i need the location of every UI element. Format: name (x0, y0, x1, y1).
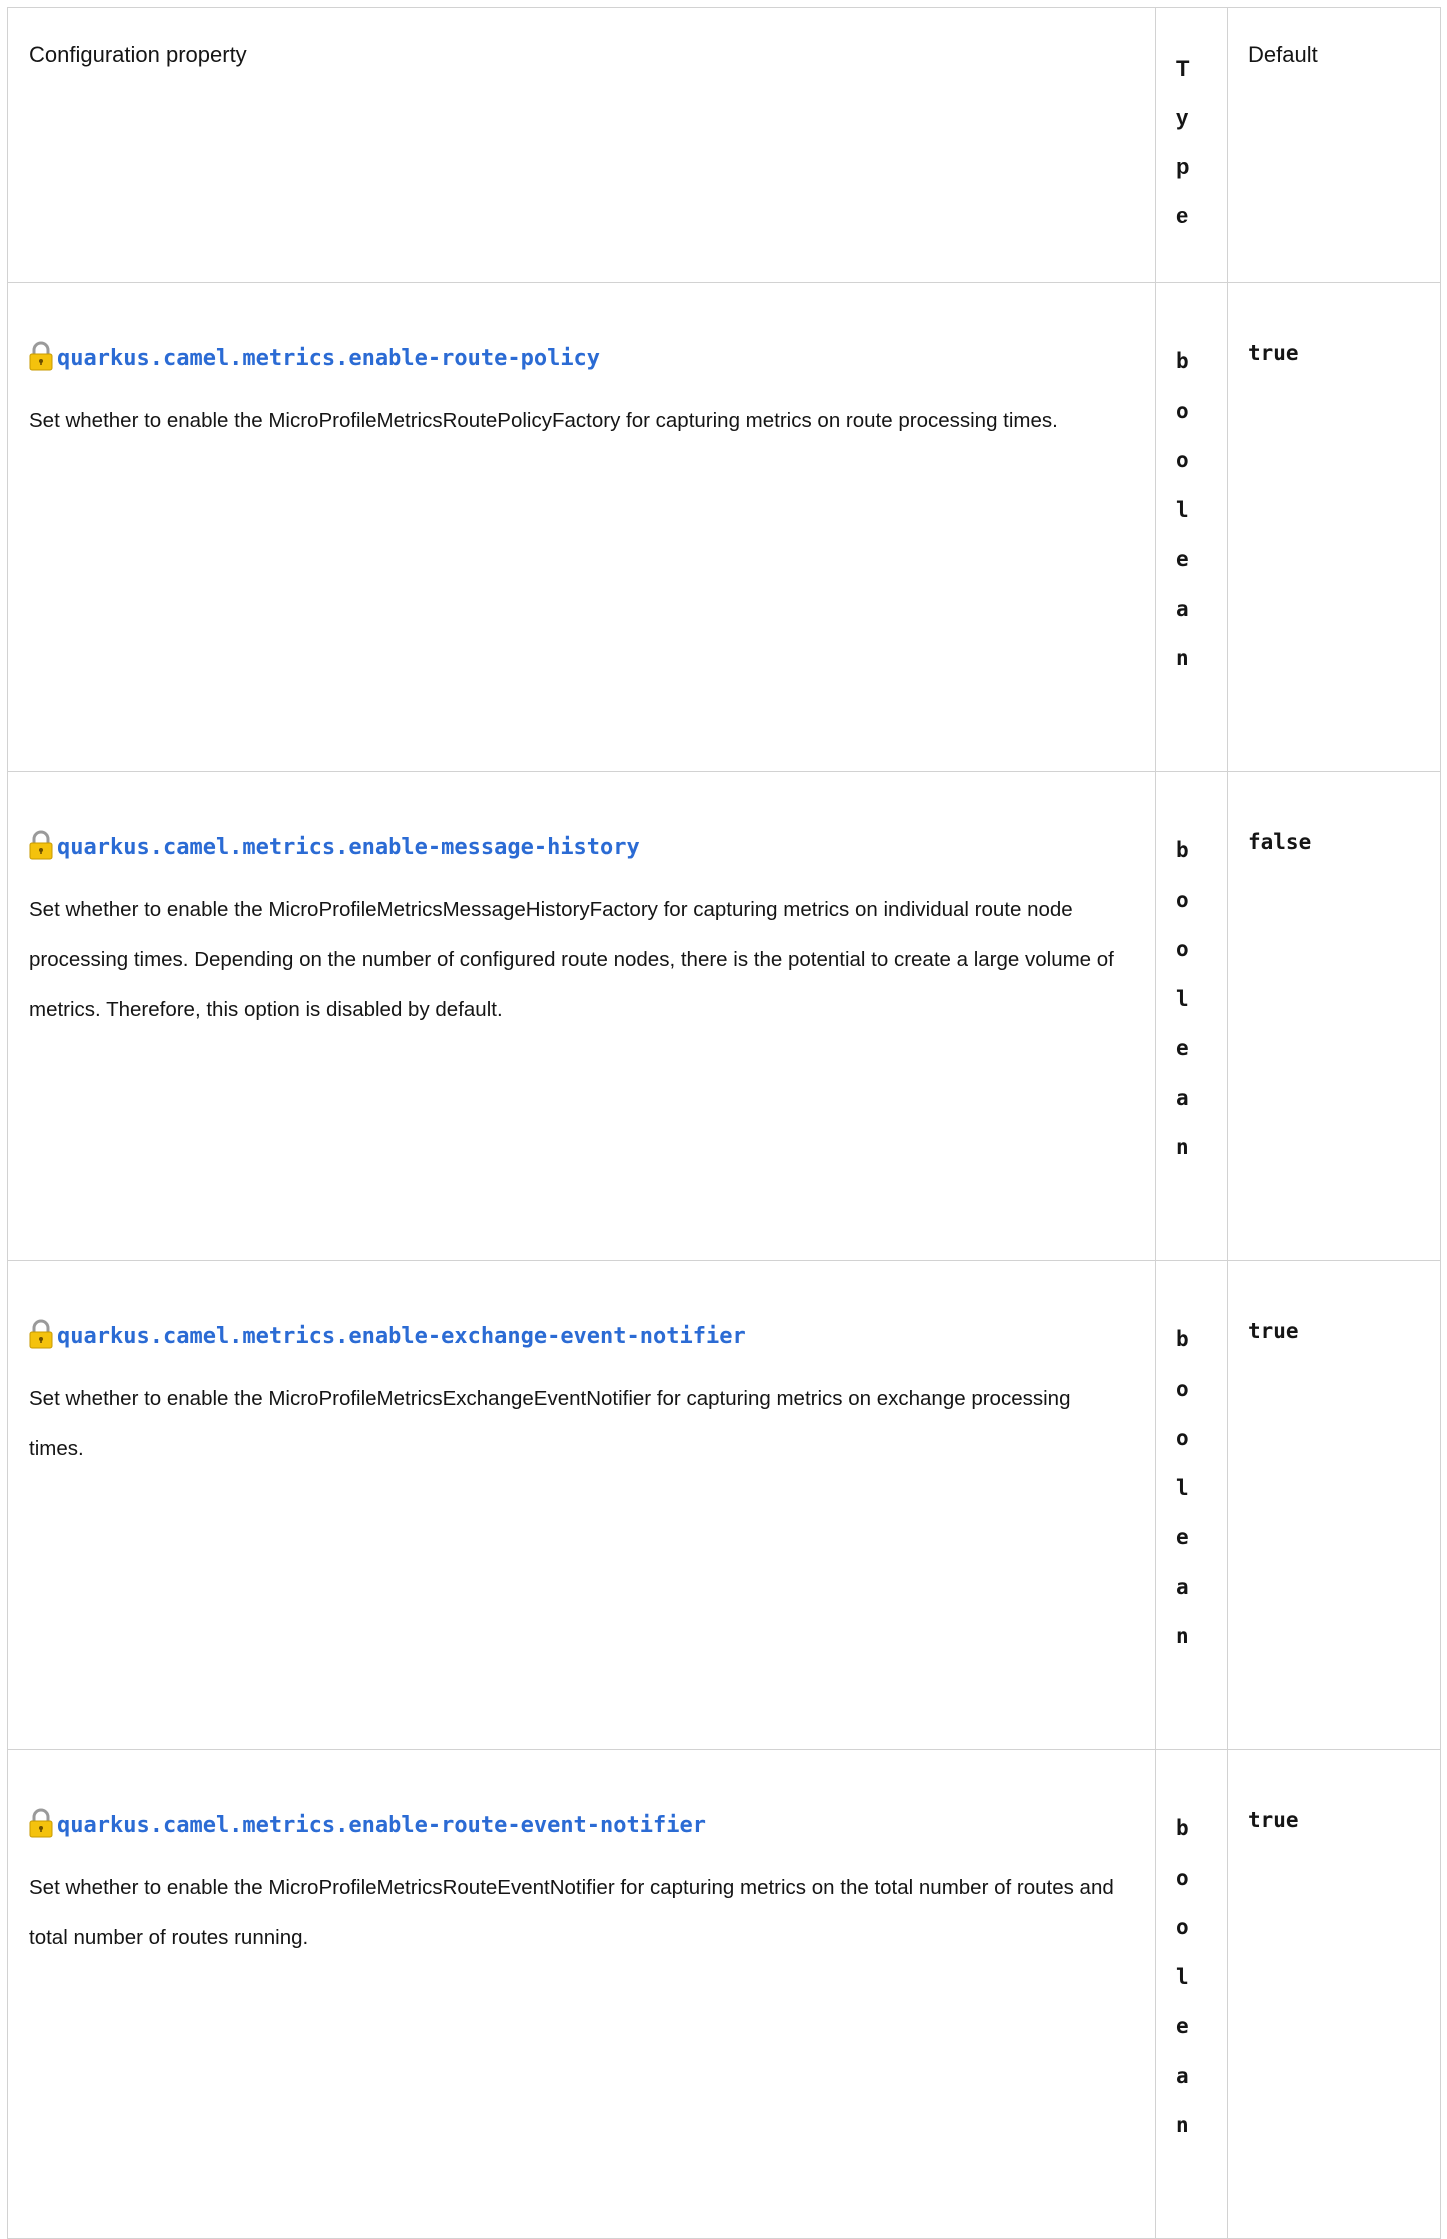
property-name: quarkus.camel.metrics.enable-route-polic… (29, 335, 1155, 371)
property-cell: quarkus.camel.metrics.enable-route-polic… (7, 282, 1156, 772)
type-value: boolean (1176, 1816, 1189, 2137)
default-value: true (1248, 1319, 1299, 1343)
default-cell: false (1227, 771, 1441, 1261)
type-value: boolean (1176, 1327, 1189, 1648)
type-cell: boolean (1155, 1749, 1228, 2239)
default-value: false (1248, 830, 1312, 854)
lock-icon (29, 1319, 53, 1349)
lock-icon (29, 341, 53, 371)
default-cell: true (1227, 282, 1441, 772)
property-link[interactable]: quarkus.camel.metrics.enable-route-polic… (57, 346, 600, 371)
property-description: Set whether to enable the MicroProfileMe… (29, 1876, 1114, 1949)
property-name: quarkus.camel.metrics.enable-message-his… (29, 824, 1155, 860)
table-row: quarkus.camel.metrics.enable-message-his… (7, 771, 1441, 1261)
type-cell: boolean (1155, 771, 1228, 1261)
property-link[interactable]: quarkus.camel.metrics.enable-route-event… (57, 1813, 706, 1838)
header-type: Type (1155, 7, 1228, 283)
type-cell: boolean (1155, 282, 1228, 772)
default-cell: true (1227, 1749, 1441, 2239)
property-description: Set whether to enable the MicroProfileMe… (29, 1387, 1071, 1460)
property-name: quarkus.camel.metrics.enable-route-event… (29, 1802, 1155, 1838)
table-row: quarkus.camel.metrics.enable-exchange-ev… (7, 1260, 1441, 1750)
type-value: boolean (1176, 838, 1189, 1159)
property-name: quarkus.camel.metrics.enable-exchange-ev… (29, 1313, 1155, 1349)
table-row: quarkus.camel.metrics.enable-route-event… (7, 1749, 1441, 2239)
default-cell: true (1227, 1260, 1441, 1750)
property-description: Set whether to enable the MicroProfileMe… (29, 898, 1114, 1021)
lock-icon (29, 1808, 53, 1838)
property-link[interactable]: quarkus.camel.metrics.enable-exchange-ev… (57, 1324, 746, 1349)
header-default: Default (1227, 7, 1441, 283)
table-header-row: Configuration property Type Default (7, 7, 1441, 283)
property-cell: quarkus.camel.metrics.enable-route-event… (7, 1749, 1156, 2239)
type-cell: boolean (1155, 1260, 1228, 1750)
property-cell: quarkus.camel.metrics.enable-message-his… (7, 771, 1156, 1261)
type-value: boolean (1176, 349, 1189, 670)
property-link[interactable]: quarkus.camel.metrics.enable-message-his… (57, 835, 640, 860)
table-row: quarkus.camel.metrics.enable-route-polic… (7, 282, 1441, 772)
lock-icon (29, 830, 53, 860)
config-properties-table: Configuration property Type Default quar… (7, 7, 1441, 2239)
property-cell: quarkus.camel.metrics.enable-exchange-ev… (7, 1260, 1156, 1750)
header-configuration-property: Configuration property (7, 7, 1156, 283)
property-description: Set whether to enable the MicroProfileMe… (29, 409, 1058, 432)
default-value: true (1248, 1808, 1299, 1832)
default-value: true (1248, 341, 1299, 365)
